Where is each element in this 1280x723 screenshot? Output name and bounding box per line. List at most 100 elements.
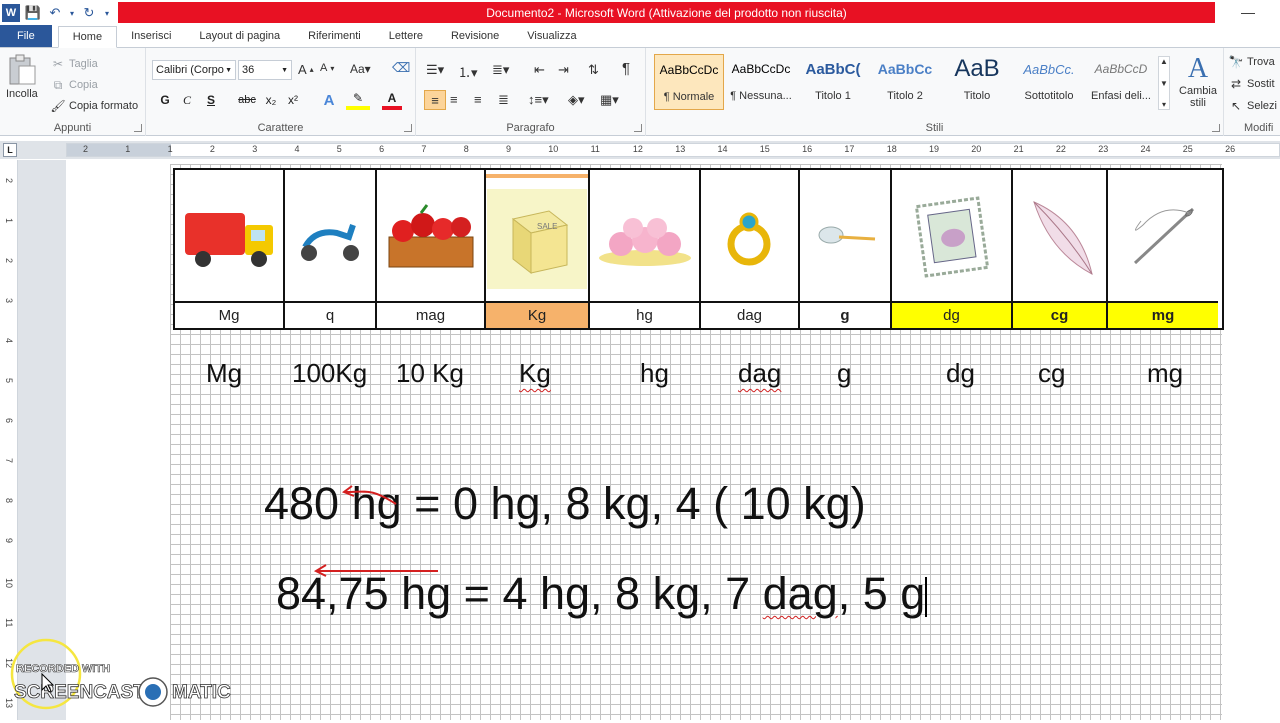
- ruler-number: 11: [4, 618, 14, 628]
- ruler-number: 9: [4, 538, 14, 544]
- underline-button[interactable]: S: [204, 90, 218, 110]
- ruler-number: 3: [4, 298, 14, 304]
- ruler-number: 7: [421, 144, 427, 154]
- ruler-number: 3: [252, 144, 258, 154]
- redo-icon[interactable]: ↻: [80, 4, 98, 22]
- style-subtitle[interactable]: AaBbCc. Sottotitolo: [1014, 54, 1084, 110]
- text-effects-icon[interactable]: A: [318, 90, 340, 110]
- style-preview: AaBbCcDc: [659, 63, 719, 77]
- increase-indent-icon[interactable]: ⇥: [558, 62, 569, 78]
- style-preview: AaBbCcD: [1094, 62, 1148, 76]
- style-name: ¶ Normale: [663, 91, 715, 103]
- ruler-number: 4: [294, 144, 300, 154]
- numbering-icon[interactable]: ⒈▾: [458, 62, 478, 81]
- tab-mailings[interactable]: Lettere: [375, 25, 437, 47]
- grow-font-button[interactable]: A ▴: [298, 62, 314, 77]
- ribbon-tabs: File Home Inserisci Layout di pagina Rif…: [0, 25, 1280, 48]
- style-preview: AaBbC(: [805, 60, 861, 78]
- clipboard-launcher-icon[interactable]: [134, 124, 142, 132]
- font-size-select[interactable]: 36 ▼: [238, 60, 292, 80]
- styles-launcher-icon[interactable]: [1212, 124, 1220, 132]
- style-preview: AaBbCcDc: [731, 62, 791, 76]
- save-icon[interactable]: 💾: [24, 4, 42, 22]
- sort-icon[interactable]: ⇅: [588, 62, 599, 78]
- paragraph-launcher-icon[interactable]: [634, 124, 642, 132]
- change-case-button[interactable]: Aa▾: [350, 62, 371, 76]
- replace-button[interactable]: ⇄ Sostit: [1228, 76, 1275, 92]
- superscript-button[interactable]: x²: [284, 90, 302, 110]
- tab-file[interactable]: File: [0, 25, 52, 47]
- borders-icon[interactable]: ▦▾: [600, 92, 619, 108]
- ruler-number: 2: [4, 178, 14, 184]
- ruler-number: 5: [336, 144, 342, 154]
- ruler-number: 24: [1140, 144, 1151, 154]
- style-name: Titolo 2: [887, 90, 923, 102]
- find-button[interactable]: 🔭 Trova: [1228, 54, 1275, 70]
- align-center-icon[interactable]: ≡: [450, 92, 458, 107]
- shrink-font-button[interactable]: A ▾: [320, 62, 334, 74]
- copy-button[interactable]: ⧉ Copia: [50, 77, 98, 93]
- style-heading-2[interactable]: AaBbCc Titolo 2: [870, 54, 940, 110]
- watermark-graphic: RECORDED WITH SCREENCAST MATIC: [10, 638, 231, 710]
- subscript-button[interactable]: x₂: [262, 90, 280, 110]
- minimize-button[interactable]: —: [1236, 4, 1260, 22]
- multilevel-list-icon[interactable]: ≣▾: [492, 62, 509, 78]
- tab-page-layout[interactable]: Layout di pagina: [185, 25, 294, 47]
- ruler-number: 25: [1182, 144, 1193, 154]
- bullets-icon[interactable]: ☰▾: [426, 62, 444, 78]
- tab-references[interactable]: Riferimenti: [294, 25, 375, 47]
- undo-icon[interactable]: ↶: [46, 4, 64, 22]
- strikethrough-button[interactable]: abc: [236, 90, 258, 110]
- chevron-up-icon: ▲: [1160, 57, 1168, 66]
- tab-review[interactable]: Revisione: [437, 25, 513, 47]
- tab-insert[interactable]: Inserisci: [117, 25, 185, 47]
- font-launcher-icon[interactable]: [404, 124, 412, 132]
- copy-label: Copia: [69, 79, 98, 91]
- ruler-number: 1: [167, 144, 173, 154]
- window-title: Documento2 - Microsoft Word (Attivazione…: [118, 2, 1215, 23]
- style-subtle-emphasis[interactable]: AaBbCcD Enfasi deli...: [1086, 54, 1156, 110]
- styles-scroll[interactable]: ▲ ▼ ▾: [1158, 56, 1170, 110]
- cut-button[interactable]: ✂ Taglia: [50, 56, 98, 72]
- customize-qat-icon[interactable]: ▾: [102, 4, 112, 22]
- highlight-icon[interactable]: ✎: [346, 90, 370, 110]
- font-color-icon[interactable]: A: [382, 90, 402, 110]
- ruler-number: 18: [886, 144, 897, 154]
- font-name-select[interactable]: Calibri (Corpo ▼: [152, 60, 236, 80]
- dropdown-icon[interactable]: ▾: [68, 4, 76, 22]
- editing-group-label: Modifi: [1244, 122, 1274, 134]
- paste-button[interactable]: Incolla: [6, 54, 38, 100]
- style-preview: AaBbCc: [877, 61, 933, 77]
- italic-button[interactable]: C: [180, 90, 194, 110]
- format-painter-button[interactable]: 🖌 Copia formato: [50, 98, 138, 114]
- ruler-number: 7: [4, 458, 14, 464]
- ruler-number: 13: [675, 144, 686, 154]
- style-heading-1[interactable]: AaBbC( Titolo 1: [798, 54, 868, 110]
- pilcrow-icon[interactable]: ¶: [622, 60, 630, 77]
- style-name: Enfasi deli...: [1091, 90, 1151, 102]
- font-group: Calibri (Corpo ▼ 36 ▼ A ▴ A ▾ Aa▾ ⌫ G C S ab…: [146, 48, 416, 136]
- clear-format-icon[interactable]: ⌫: [392, 60, 410, 76]
- line-spacing-icon[interactable]: ↕≡▾: [528, 92, 549, 108]
- word-app-icon[interactable]: W: [2, 4, 20, 22]
- justify-icon[interactable]: ≣: [498, 92, 509, 108]
- ruler-number: 19: [929, 144, 940, 154]
- decrease-indent-icon[interactable]: ⇤: [534, 62, 545, 78]
- style-no-spacing[interactable]: AaBbCcDc ¶ Nessuna...: [726, 54, 796, 110]
- ruler-number: 10: [548, 144, 559, 154]
- red-arrows: [313, 485, 438, 577]
- select-button[interactable]: ↖ Selezi: [1228, 98, 1277, 114]
- style-normal[interactable]: AaBbCcDc ¶ Normale: [654, 54, 724, 110]
- align-left-icon[interactable]: ≡: [424, 90, 446, 110]
- bold-button[interactable]: G: [158, 90, 172, 110]
- shading-icon[interactable]: ◈▾: [568, 92, 585, 108]
- align-right-icon[interactable]: ≡: [474, 92, 482, 107]
- horizontal-ruler[interactable]: 2 1 1 2 3 4 5 6 7 8 9 10 11 12 13 14 15 16 17 18 19 20 21 22 23 2…: [66, 143, 1280, 157]
- style-title[interactable]: AaB Titolo: [942, 54, 1012, 110]
- tab-view[interactable]: Visualizza: [513, 25, 590, 47]
- change-styles-button[interactable]: A Cambia stili: [1176, 54, 1220, 110]
- tab-home[interactable]: Home: [57, 26, 118, 48]
- document-page[interactable]: Mg q mag SALE Kg hg dag g dg cg mg Mg 100Kg 10 Kg …: [66, 160, 1280, 720]
- tab-selector[interactable]: L: [3, 143, 17, 157]
- change-styles-label: Cambia stili: [1179, 85, 1217, 109]
